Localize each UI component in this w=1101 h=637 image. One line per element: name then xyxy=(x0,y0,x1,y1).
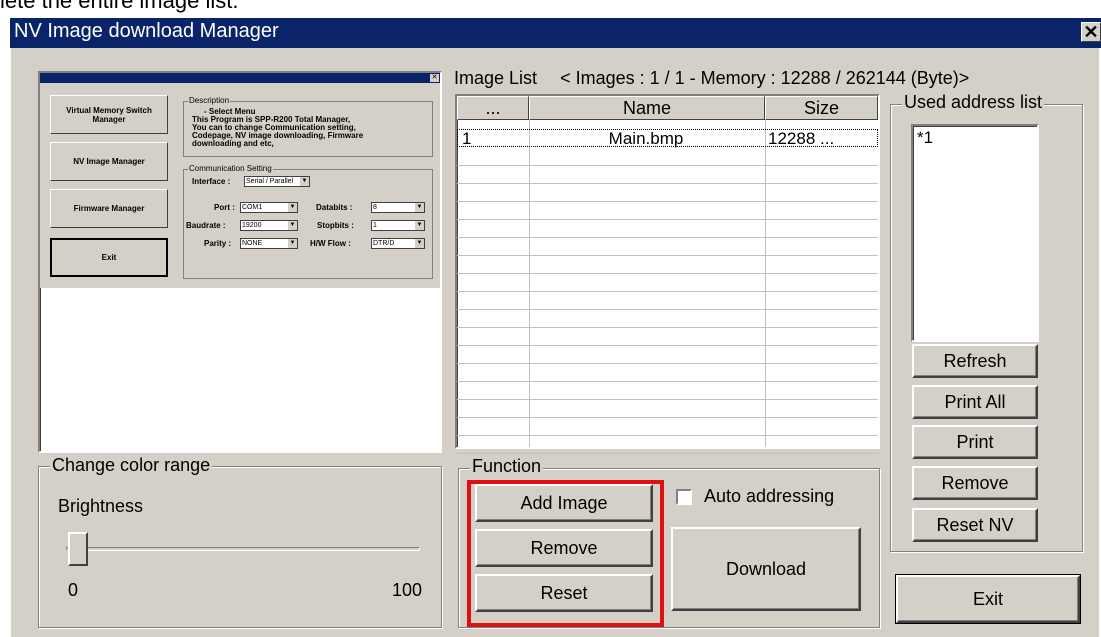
empty-grid-row xyxy=(457,202,878,220)
color-range-label: Change color range xyxy=(50,455,213,476)
brightness-slider-track[interactable] xyxy=(66,547,420,551)
preview-communication-label: Communication Setting xyxy=(188,164,273,173)
window-title: NV Image download Manager xyxy=(14,20,279,42)
auto-addressing-label[interactable]: Auto addressing xyxy=(704,486,834,507)
highlight-box xyxy=(467,480,664,627)
brightness-slider-thumb[interactable] xyxy=(68,532,88,566)
row-name: Main.bmp xyxy=(608,129,684,148)
preview-stopbits-select: 1 xyxy=(371,220,425,231)
empty-grid-row xyxy=(457,382,878,400)
preview-description-group: Description - Select Menu This Program i… xyxy=(183,96,433,157)
brightness-min-label: 0 xyxy=(68,580,79,600)
print-all-button[interactable]: Print All xyxy=(912,385,1038,419)
column-header-index[interactable]: ... xyxy=(457,96,529,120)
exit-button[interactable]: Exit xyxy=(895,574,1081,624)
preview-titlebar: ✕ xyxy=(40,73,440,83)
preview-interface-label: Interface : xyxy=(192,177,231,186)
address-item[interactable]: *1 xyxy=(917,128,933,148)
row-size: 12288 ... xyxy=(768,129,835,148)
preview-image-content: ✕ Virtual Memory Switch Manager NV Image… xyxy=(40,73,440,288)
image-preview: ✕ Virtual Memory Switch Manager NV Image… xyxy=(38,71,442,453)
preview-description-label: Description xyxy=(188,96,231,105)
preview-communication-group: Communication Setting Interface : Serial… xyxy=(183,164,433,279)
preview-description-line: downloading and etc, xyxy=(192,139,274,148)
empty-grid-row xyxy=(457,148,878,166)
preview-hwflow-label: H/W Flow : xyxy=(310,239,351,248)
empty-grid-row xyxy=(457,166,878,184)
image-list-header: Image List < Images : 1 / 1 - Memory : 1… xyxy=(454,68,969,89)
preview-databits-label: Databits : xyxy=(316,203,353,212)
image-list-table[interactable]: ... Name Size 1 Main.bmp 12288 ... xyxy=(455,94,880,454)
remove-address-button[interactable]: Remove xyxy=(912,466,1038,500)
preview-port-label: Port : xyxy=(214,203,235,212)
preview-menu-button: Firmware Manager xyxy=(50,189,168,228)
top-caption: lete the entire image list. xyxy=(0,0,239,13)
empty-grid-row xyxy=(457,184,878,202)
empty-grid-row xyxy=(457,346,878,364)
empty-grid-row xyxy=(457,328,878,346)
empty-grid-row xyxy=(457,364,878,382)
empty-grid-row xyxy=(457,256,878,274)
column-header-size[interactable]: Size xyxy=(765,96,878,120)
brightness-label: Brightness xyxy=(58,496,144,516)
preview-parity-select: NONE xyxy=(240,238,298,249)
empty-grid-row xyxy=(457,274,878,292)
preview-baudrate-select: 19200 xyxy=(240,220,298,231)
preview-parity-label: Parity : xyxy=(204,239,232,248)
auto-addressing-checkbox[interactable] xyxy=(676,489,692,505)
reset-nv-button[interactable]: Reset NV xyxy=(912,508,1038,542)
empty-grid-row xyxy=(457,310,878,328)
preview-menu-button: Virtual Memory Switch Manager xyxy=(50,95,168,134)
image-list-title: Image List xyxy=(454,68,538,88)
used-address-label: Used address list xyxy=(902,92,1045,113)
table-row[interactable]: 1 Main.bmp 12288 ... xyxy=(457,129,878,148)
preview-stopbits-label: Stopbits : xyxy=(317,221,354,230)
empty-grid-row xyxy=(457,400,878,418)
used-address-list[interactable]: *1 xyxy=(911,124,1039,342)
preview-interface-select: Serial / Parallel xyxy=(244,176,310,187)
preview-baudrate-label: Baudrate : xyxy=(186,221,226,230)
preview-close-icon: ✕ xyxy=(430,74,439,82)
empty-grid-row xyxy=(457,238,878,256)
row-index: 1 xyxy=(462,129,472,148)
title-bar: NV Image download Manager ✕ xyxy=(10,18,1101,48)
function-label: Function xyxy=(470,456,544,477)
empty-grid-row xyxy=(457,418,878,436)
empty-grid-row xyxy=(457,436,878,454)
preview-port-select: COM1 xyxy=(240,202,298,213)
close-icon[interactable]: ✕ xyxy=(1081,22,1101,42)
brightness-max-label: 100 xyxy=(392,580,423,600)
image-list-summary: < Images : 1 / 1 - Memory : 12288 / 2621… xyxy=(560,68,970,88)
print-button[interactable]: Print xyxy=(912,425,1038,459)
empty-grid-row xyxy=(457,292,878,310)
column-header-name[interactable]: Name xyxy=(529,96,765,120)
empty-grid-row xyxy=(457,220,878,238)
preview-hwflow-select: DTR/D xyxy=(371,238,425,249)
download-button[interactable]: Download xyxy=(671,527,861,611)
preview-databits-select: 8 xyxy=(371,202,425,213)
preview-menu-button: NV Image Manager xyxy=(50,142,168,181)
preview-menu-button: Exit xyxy=(50,238,168,277)
refresh-button[interactable]: Refresh xyxy=(912,344,1038,378)
